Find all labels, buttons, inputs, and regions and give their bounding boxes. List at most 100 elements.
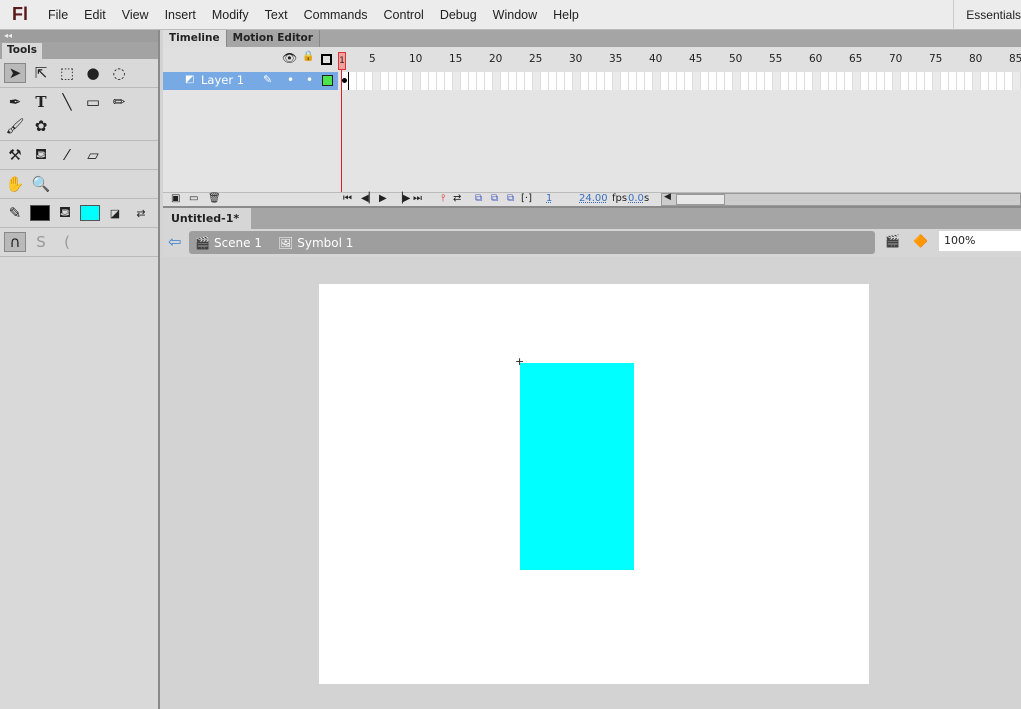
frame-cell[interactable] <box>757 72 765 90</box>
back-arrow-icon[interactable]: ⇦ <box>168 232 181 251</box>
frame-cell[interactable] <box>965 72 973 90</box>
frame-cell[interactable] <box>821 72 829 90</box>
frame-cell[interactable] <box>373 72 381 90</box>
frame-cell[interactable] <box>573 72 581 90</box>
frame-cell[interactable] <box>941 72 949 90</box>
swap-colors-icon[interactable]: ⇄ <box>130 203 152 223</box>
frame-cells[interactable] <box>341 72 1021 90</box>
frame-cell[interactable] <box>829 72 837 90</box>
first-frame-icon[interactable]: ⏮ <box>343 193 352 204</box>
frame-cell[interactable] <box>661 72 669 90</box>
frame-cell[interactable] <box>893 72 901 90</box>
frame-cell[interactable] <box>1005 72 1013 90</box>
frame-cell[interactable] <box>981 72 989 90</box>
menu-control[interactable]: Control <box>376 8 432 22</box>
visibility-dot[interactable]: • <box>287 73 294 87</box>
frame-cell[interactable] <box>501 72 509 90</box>
frame-cell[interactable] <box>565 72 573 90</box>
breadcrumb-symbol[interactable]: Symbol 1 <box>297 236 353 250</box>
frame-cell[interactable] <box>885 72 893 90</box>
menu-text[interactable]: Text <box>257 8 296 22</box>
frame-cell[interactable] <box>749 72 757 90</box>
frame-cell[interactable] <box>917 72 925 90</box>
frame-cell[interactable] <box>589 72 597 90</box>
free-transform-tool-icon[interactable]: ⬚ <box>56 63 78 83</box>
frame-cell[interactable] <box>733 72 741 90</box>
snap-magnet-icon[interactable]: ∩ <box>4 232 26 252</box>
frame-cell[interactable] <box>549 72 557 90</box>
frame-cell[interactable] <box>773 72 781 90</box>
frame-cell[interactable] <box>877 72 885 90</box>
menu-debug[interactable]: Debug <box>432 8 485 22</box>
frame-cell[interactable] <box>765 72 773 90</box>
frame-cell[interactable] <box>381 72 389 90</box>
frame-cell[interactable] <box>741 72 749 90</box>
straighten-icon[interactable]: ( <box>56 232 78 252</box>
frame-cell[interactable] <box>429 72 437 90</box>
frame-cell[interactable] <box>989 72 997 90</box>
menu-window[interactable]: Window <box>485 8 545 22</box>
frame-cell[interactable] <box>901 72 909 90</box>
new-folder-icon[interactable]: ▭ <box>189 193 198 204</box>
frame-cell[interactable] <box>445 72 453 90</box>
menu-edit[interactable]: Edit <box>76 8 114 22</box>
frame-cell[interactable] <box>861 72 869 90</box>
layer-color-swatch[interactable] <box>322 75 333 86</box>
frame-cell[interactable] <box>717 72 725 90</box>
frame-cell[interactable] <box>389 72 397 90</box>
frame-cell[interactable] <box>997 72 1005 90</box>
outline-icon[interactable] <box>321 54 332 65</box>
tools-tab[interactable]: Tools <box>2 43 42 59</box>
pen-tool-icon[interactable]: ✒ <box>4 92 26 112</box>
lasso-tool-icon[interactable]: ◌ <box>108 63 130 83</box>
frame-cell[interactable] <box>629 72 637 90</box>
frame-cell[interactable] <box>357 72 365 90</box>
fill-color-swatch[interactable] <box>80 205 100 221</box>
menu-help[interactable]: Help <box>545 8 587 22</box>
brush-tool-icon[interactable]: 🖌 <box>4 116 26 136</box>
frame-cell[interactable] <box>365 72 373 90</box>
menu-modify[interactable]: Modify <box>204 8 257 22</box>
center-frame-icon[interactable]: ⫯ <box>441 193 445 204</box>
frame-cell[interactable] <box>845 72 853 90</box>
edit-scene-icon[interactable]: 🎬 <box>885 234 900 248</box>
frame-cell[interactable] <box>517 72 525 90</box>
frame-cell[interactable] <box>813 72 821 90</box>
frame-cell[interactable] <box>477 72 485 90</box>
frame-cell[interactable] <box>509 72 517 90</box>
new-layer-icon[interactable]: ▣ <box>171 193 180 204</box>
frame-cell[interactable] <box>693 72 701 90</box>
lock-dot[interactable]: • <box>306 73 313 87</box>
frame-cell[interactable] <box>805 72 813 90</box>
frame-cell[interactable] <box>341 72 349 90</box>
frame-rate[interactable]: 24.00 <box>579 193 608 204</box>
loop-icon[interactable]: ⇄ <box>453 193 461 204</box>
play-icon[interactable]: ▶ <box>379 193 387 204</box>
zoom-field[interactable]: 100% <box>939 231 1021 251</box>
stroke-color-swatch[interactable] <box>30 205 50 221</box>
eye-icon[interactable]: 👁 <box>282 51 297 65</box>
document-tab[interactable]: Untitled-1* × <box>163 208 251 246</box>
edit-multiple-icon[interactable]: ⧉ <box>507 193 514 204</box>
layer-row[interactable]: ◩ Layer 1 ✎ • • <box>163 72 338 90</box>
frame-cell[interactable] <box>525 72 533 90</box>
selection-tool-icon[interactable]: ➤ <box>4 63 26 83</box>
frame-cell[interactable] <box>533 72 541 90</box>
frame-cell[interactable] <box>397 72 405 90</box>
tab-timeline[interactable]: Timeline <box>163 30 227 47</box>
frame-cell[interactable] <box>837 72 845 90</box>
frame-cell[interactable] <box>685 72 693 90</box>
onion-outline-icon[interactable]: ⧉ <box>491 193 498 204</box>
frame-cell[interactable] <box>493 72 501 90</box>
frame-cell[interactable] <box>869 72 877 90</box>
frame-cell[interactable] <box>461 72 469 90</box>
frame-cell[interactable] <box>677 72 685 90</box>
rectangle-tool-icon[interactable]: ▭ <box>82 92 104 112</box>
3d-rotation-tool-icon[interactable]: ● <box>82 63 104 83</box>
frame-cell[interactable] <box>645 72 653 90</box>
line-tool-icon[interactable]: ╲ <box>56 92 78 112</box>
smooth-icon[interactable]: S <box>30 232 52 252</box>
frame-cell[interactable] <box>925 72 933 90</box>
zoom-tool-icon[interactable]: 🔍 <box>30 174 52 194</box>
frame-cell[interactable] <box>405 72 413 90</box>
